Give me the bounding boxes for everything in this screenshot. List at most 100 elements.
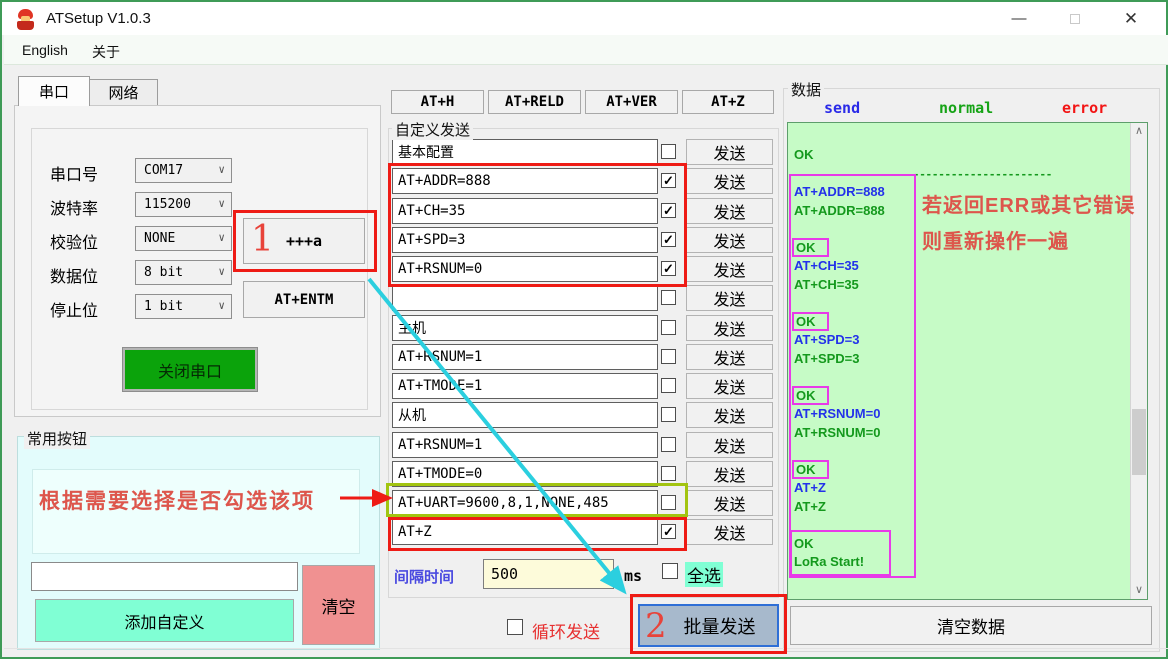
quick-button-atz[interactable]: AT+Z <box>682 90 774 114</box>
log-line <box>794 517 1114 536</box>
select-all-checkbox[interactable] <box>662 563 678 579</box>
command-checkbox[interactable] <box>661 407 676 422</box>
command-input[interactable]: AT+ADDR=888 <box>392 168 658 194</box>
send-button[interactable]: 发送 <box>686 256 773 282</box>
command-checkbox[interactable]: ✓ <box>661 173 676 188</box>
scroll-up-icon[interactable]: ∧ <box>1131 123 1147 140</box>
common-buttons-title: 常用按钮 <box>24 428 90 449</box>
tab-network[interactable]: 网络 <box>90 79 158 106</box>
custom-command-input[interactable] <box>31 562 298 591</box>
command-checkbox[interactable]: ✓ <box>661 232 676 247</box>
stop-bits-label: 停止位 <box>50 297 98 321</box>
clear-data-button[interactable]: 清空数据 <box>790 606 1152 645</box>
quick-button-atreld[interactable]: AT+RELD <box>488 90 581 114</box>
app-icon <box>15 9 36 30</box>
annotation-error-tip-2: 则重新操作一遍 <box>922 225 1069 254</box>
command-input[interactable]: AT+RSNUM=1 <box>392 432 658 458</box>
send-button[interactable]: 发送 <box>686 402 773 428</box>
command-checkbox[interactable]: ✓ <box>661 524 676 539</box>
send-button[interactable]: 发送 <box>686 285 773 311</box>
send-button[interactable]: 发送 <box>686 519 773 545</box>
interval-label: 间隔时间 <box>394 566 454 587</box>
command-checkbox[interactable] <box>661 437 676 452</box>
send-button[interactable]: 发送 <box>686 139 773 165</box>
entm-button[interactable]: AT+ENTM <box>243 281 365 318</box>
clear-button[interactable]: 清空 <box>302 565 375 645</box>
command-checkbox[interactable] <box>661 320 676 335</box>
quick-button-atver[interactable]: AT+VER <box>585 90 678 114</box>
command-input[interactable]: AT+CH=35 <box>392 198 658 224</box>
send-button[interactable]: 发送 <box>686 373 773 399</box>
menu-bar: English 关于 <box>4 35 1168 65</box>
command-input[interactable]: AT+UART=9600,8,1,NONE,485 <box>392 490 658 516</box>
log-line: AT+SPD=3 <box>794 351 1114 370</box>
command-checkbox[interactable] <box>661 290 676 305</box>
batch-send-button[interactable]: 批量发送 <box>638 604 779 647</box>
data-bits-label: 数据位 <box>50 263 98 287</box>
plus-a-button[interactable]: +++a <box>243 218 365 264</box>
command-input[interactable]: AT+RSNUM=0 <box>392 256 658 282</box>
log-line: OK <box>794 462 1114 481</box>
annotation-magenta-ok-box: OK <box>792 312 829 331</box>
send-button[interactable]: 发送 <box>686 168 773 194</box>
command-input[interactable]: 从机 <box>392 402 658 428</box>
baud-rate-select[interactable]: 115200∨ <box>135 192 232 217</box>
send-button[interactable]: 发送 <box>686 198 773 224</box>
command-input[interactable] <box>392 285 658 311</box>
command-checkbox[interactable] <box>661 378 676 393</box>
annotation-magenta-ok-box: OK <box>792 238 829 257</box>
menu-english[interactable]: English <box>16 40 74 60</box>
send-button[interactable]: 发送 <box>686 344 773 370</box>
annotation-magenta-ok-box: OK <box>792 386 829 405</box>
send-button[interactable]: 发送 <box>686 461 773 487</box>
log-line <box>794 295 1114 314</box>
interval-input[interactable]: 500 <box>483 559 614 589</box>
command-input[interactable]: AT+Z <box>392 519 658 545</box>
minimize-icon[interactable]: — <box>996 2 1042 35</box>
command-checkbox[interactable] <box>661 495 676 510</box>
scroll-down-icon[interactable]: ∨ <box>1131 582 1147 599</box>
command-input[interactable]: AT+SPD=3 <box>392 227 658 253</box>
log-line <box>794 443 1114 462</box>
chevron-down-icon: ∨ <box>218 163 225 176</box>
quick-button-ath[interactable]: AT+H <box>391 90 484 114</box>
command-input[interactable]: 主机 <box>392 315 658 341</box>
loop-send-label: 循环发送 <box>532 618 600 643</box>
menu-about[interactable]: 关于 <box>86 40 126 64</box>
command-input[interactable]: 基本配置 <box>392 139 658 165</box>
command-input[interactable]: AT+TMODE=0 <box>392 461 658 487</box>
log-line: LoRa Start! <box>794 554 1114 573</box>
scrollbar-thumb[interactable] <box>1132 409 1146 475</box>
app-window: ATSetup V1.0.3 — ✕ English 关于 串口 网络 串口号 … <box>0 0 1168 659</box>
stop-bits-select[interactable]: 1 bit∨ <box>135 294 232 319</box>
send-button[interactable]: 发送 <box>686 432 773 458</box>
log-line: OK <box>794 536 1114 555</box>
maximize-icon[interactable] <box>1052 2 1098 35</box>
parity-select[interactable]: NONE∨ <box>135 226 232 251</box>
command-checkbox[interactable] <box>661 466 676 481</box>
tab-serial[interactable]: 串口 <box>18 76 90 106</box>
command-checkbox[interactable]: ✓ <box>661 261 676 276</box>
log-line: AT+RSNUM=0 <box>794 425 1114 444</box>
command-checkbox[interactable] <box>661 349 676 364</box>
command-checkbox[interactable] <box>661 144 676 159</box>
close-icon[interactable]: ✕ <box>1108 2 1154 35</box>
legend-send: send <box>824 99 860 117</box>
data-log[interactable]: OK----------------------AT+ADDR=888AT+AD… <box>787 122 1148 600</box>
log-line: AT+SPD=3 <box>794 332 1114 351</box>
log-line: OK <box>794 314 1114 333</box>
loop-send-checkbox[interactable] <box>507 619 523 635</box>
data-bits-select[interactable]: 8 bit∨ <box>135 260 232 285</box>
send-button[interactable]: 发送 <box>686 227 773 253</box>
com-port-select[interactable]: COM17∨ <box>135 158 232 183</box>
window-title: ATSetup V1.0.3 <box>46 10 151 27</box>
send-button[interactable]: 发送 <box>686 490 773 516</box>
send-button[interactable]: 发送 <box>686 315 773 341</box>
annotation-magenta-ok-box: OK <box>792 460 829 479</box>
close-serial-button[interactable]: 关闭串口 <box>123 348 257 391</box>
command-input[interactable]: AT+TMODE=1 <box>392 373 658 399</box>
add-custom-button[interactable]: 添加自定义 <box>35 599 294 642</box>
com-port-label: 串口号 <box>50 161 98 185</box>
command-input[interactable]: AT+RSNUM=1 <box>392 344 658 370</box>
command-checkbox[interactable]: ✓ <box>661 203 676 218</box>
